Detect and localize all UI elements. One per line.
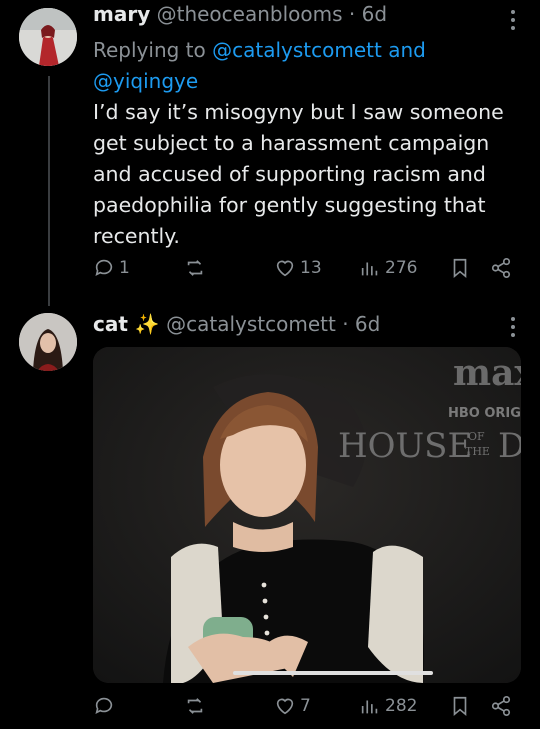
tweet-actions: 1 13 276 xyxy=(0,257,540,287)
retweet-icon xyxy=(187,260,203,276)
bookmark-button[interactable] xyxy=(449,257,471,279)
retweet-button[interactable] xyxy=(184,695,210,717)
reply-handle-link[interactable]: @yiqingye xyxy=(93,69,198,93)
user-handle[interactable]: @theoceanblooms xyxy=(157,2,343,26)
share-icon xyxy=(491,696,511,716)
tweet-media[interactable]: max HBO ORIGI HOUSE OF THE D xyxy=(93,347,521,683)
like-icon xyxy=(276,260,294,277)
avatar-cat-image xyxy=(19,313,77,371)
media-image: max HBO ORIGI HOUSE OF THE D xyxy=(93,347,521,683)
replying-to: Replying to @catalystcomett and @yiqingy… xyxy=(93,35,493,97)
media-show-text: HOUSE xyxy=(338,426,472,466)
more-icon[interactable] xyxy=(510,317,516,341)
timestamp[interactable]: · 6d xyxy=(342,312,380,336)
retweet-icon xyxy=(187,698,203,714)
avatar-cat[interactable] xyxy=(19,313,77,371)
reply-count: 1 xyxy=(119,258,130,278)
views-button[interactable]: 276 xyxy=(359,257,417,279)
views-icon xyxy=(361,700,378,714)
user-handle[interactable]: @catalystcomett xyxy=(166,312,336,336)
views-count: 276 xyxy=(385,258,418,278)
like-count: 7 xyxy=(300,696,311,716)
video-scrubber[interactable] xyxy=(233,671,433,675)
avatar-mary[interactable] xyxy=(19,8,77,66)
views-icon xyxy=(361,262,378,276)
reply-icon xyxy=(95,259,113,276)
reply-icon xyxy=(95,697,113,714)
display-name[interactable]: cat ✨ xyxy=(93,312,160,336)
share-icon xyxy=(491,258,511,278)
share-button[interactable] xyxy=(489,695,513,717)
more-icon[interactable] xyxy=(510,10,516,34)
tweet-actions: 7 282 xyxy=(0,695,540,725)
timestamp[interactable]: · 6d xyxy=(349,2,387,26)
display-name[interactable]: mary xyxy=(93,2,150,26)
media-the-text: THE xyxy=(465,445,490,458)
avatar-mary-image xyxy=(19,8,77,66)
tweet-header: cat ✨ @catalystcomett · 6d xyxy=(93,312,380,336)
reply-button[interactable] xyxy=(93,695,119,717)
tweet-text: I’d say it’s misogyny but I saw someone … xyxy=(93,100,504,248)
like-button[interactable]: 7 xyxy=(274,695,311,717)
tweet-mary[interactable]: mary @theoceanblooms · 6d Replying to @c… xyxy=(0,0,540,306)
like-icon xyxy=(276,698,294,715)
share-button[interactable] xyxy=(489,257,513,279)
replying-to-label: Replying to xyxy=(93,38,206,62)
reply-button[interactable]: 1 xyxy=(93,257,130,279)
media-of-text: OF xyxy=(468,430,485,443)
like-button[interactable]: 13 xyxy=(274,257,322,279)
reply-and[interactable]: and xyxy=(388,38,426,62)
views-count: 282 xyxy=(385,696,418,716)
reply-handle-link[interactable]: @catalystcomett xyxy=(212,38,382,62)
tweet-cat[interactable]: cat ✨ @catalystcomett · 6d ma HBO ORIGI … xyxy=(0,300,540,729)
media-last-letter: D xyxy=(498,426,521,466)
media-badge-text: HBO ORIGI xyxy=(448,406,521,421)
tweet-header: mary @theoceanblooms · 6d xyxy=(93,2,387,26)
bookmark-icon xyxy=(453,696,467,717)
bookmark-button[interactable] xyxy=(449,695,471,717)
media-brand-text: max xyxy=(453,352,521,394)
retweet-button[interactable] xyxy=(184,257,210,279)
views-button[interactable]: 282 xyxy=(359,695,417,717)
like-count: 13 xyxy=(300,258,322,278)
bookmark-icon xyxy=(453,258,467,279)
